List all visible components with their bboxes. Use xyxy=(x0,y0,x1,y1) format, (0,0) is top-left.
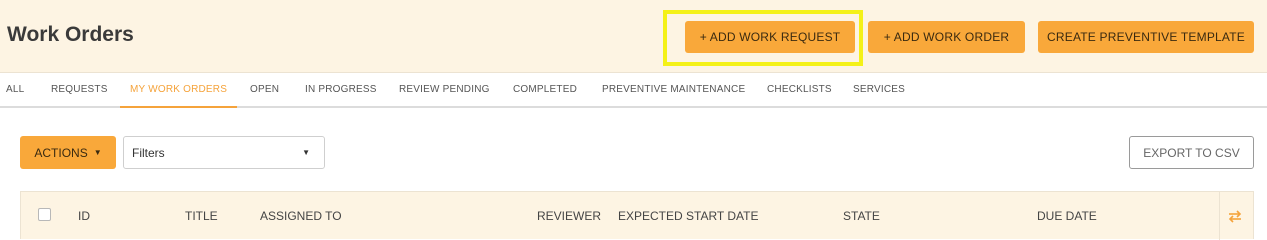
column-header-assigned-to[interactable]: ASSIGNED TO xyxy=(260,209,342,223)
column-divider xyxy=(1219,192,1220,240)
column-header-reviewer[interactable]: REVIEWER xyxy=(537,209,601,223)
create-preventive-template-button[interactable]: CREATE PREVENTIVE TEMPLATE xyxy=(1038,21,1254,53)
tab-checklists[interactable]: CHECKLISTS xyxy=(767,73,832,106)
tab-in-progress[interactable]: IN PROGRESS xyxy=(305,73,377,106)
table-header: ID TITLE ASSIGNED TO REVIEWER EXPECTED S… xyxy=(20,191,1254,240)
filters-value: Filters xyxy=(132,146,165,160)
tab-requests[interactable]: REQUESTS xyxy=(51,73,108,106)
page-title: Work Orders xyxy=(7,23,134,46)
tab-services[interactable]: SERVICES xyxy=(853,73,905,106)
tab-bar: ALL REQUESTS MY WORK ORDERS OPEN IN PROG… xyxy=(0,73,1267,108)
caret-down-icon: ▼ xyxy=(93,148,102,157)
page-header: Work Orders + ADD WORK REQUEST + ADD WOR… xyxy=(0,0,1267,73)
tab-preventive-maintenance[interactable]: PREVENTIVE MAINTENANCE xyxy=(602,73,745,106)
caret-down-icon: ▼ xyxy=(302,148,310,157)
tab-my-work-orders[interactable]: MY WORK ORDERS xyxy=(120,73,238,108)
tab-open[interactable]: OPEN xyxy=(250,73,279,106)
tab-review-pending[interactable]: REVIEW PENDING xyxy=(399,73,490,106)
actions-label: ACTIONS xyxy=(34,145,88,160)
column-header-expected-start-date[interactable]: EXPECTED START DATE xyxy=(618,209,758,223)
column-header-title[interactable]: TITLE xyxy=(185,209,218,223)
column-header-state[interactable]: STATE xyxy=(843,209,880,223)
column-header-id[interactable]: ID xyxy=(78,209,90,223)
filters-select[interactable]: Filters ▼ xyxy=(123,136,325,169)
select-all-checkbox[interactable] xyxy=(38,208,51,221)
actions-button[interactable]: ACTIONS ▼ xyxy=(20,136,116,169)
column-settings-icon[interactable] xyxy=(1228,209,1242,223)
tab-all[interactable]: ALL xyxy=(6,73,24,106)
add-work-order-button[interactable]: + ADD WORK ORDER xyxy=(868,21,1025,53)
export-csv-button[interactable]: EXPORT TO CSV xyxy=(1129,136,1254,169)
column-header-due-date[interactable]: DUE DATE xyxy=(1037,209,1097,223)
tab-completed[interactable]: COMPLETED xyxy=(513,73,577,106)
highlight-box xyxy=(663,10,863,66)
